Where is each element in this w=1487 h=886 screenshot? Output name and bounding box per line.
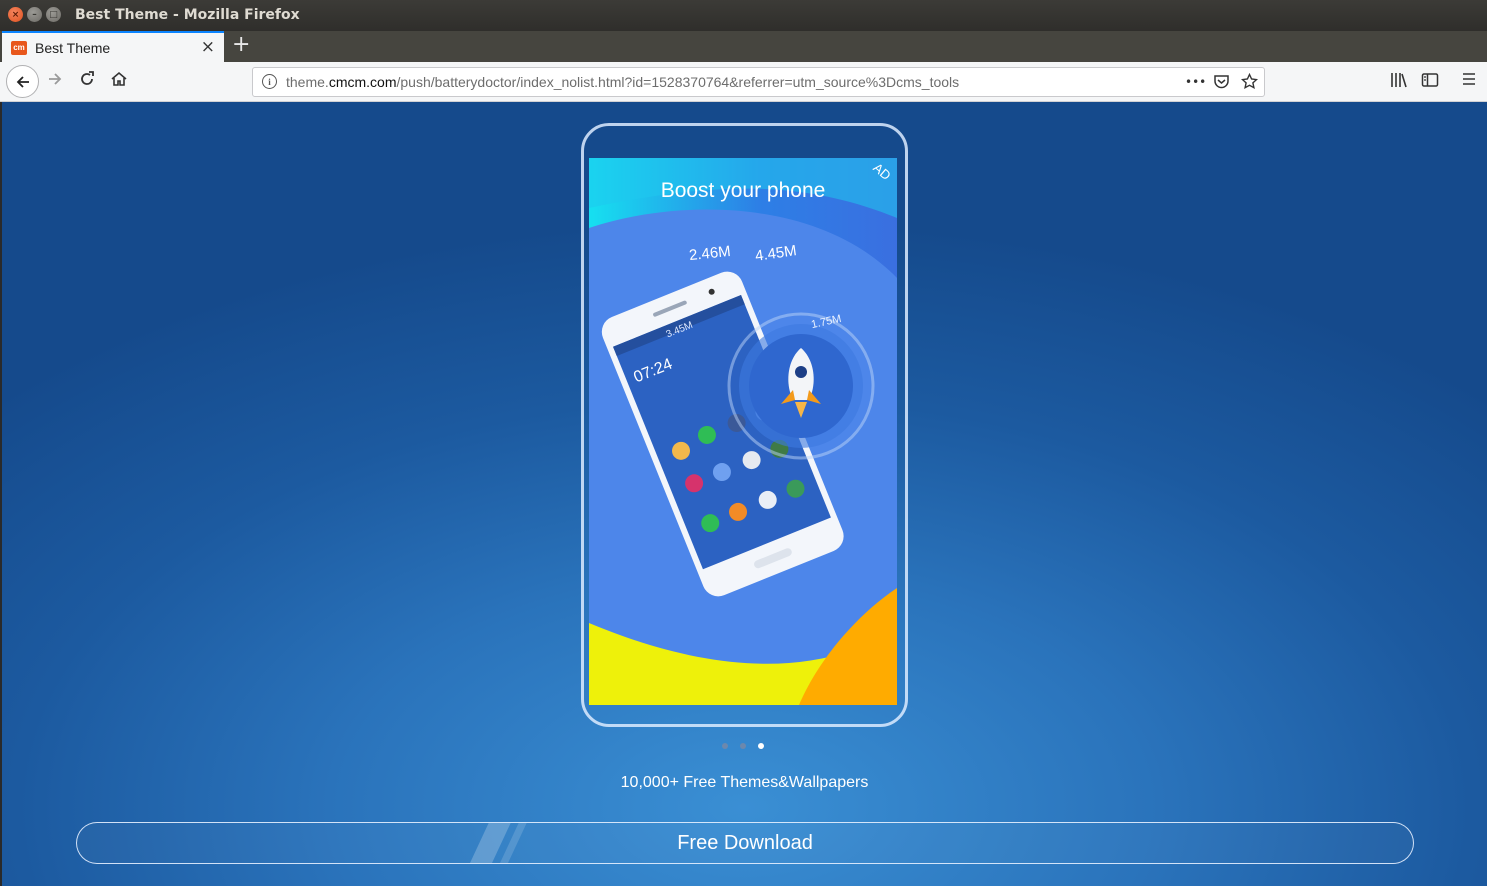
carousel-dot-active[interactable]	[758, 743, 764, 749]
url-path: /push/batterydoctor/index_nolist.html?id…	[396, 74, 960, 90]
tab-label: Best Theme	[35, 39, 111, 56]
back-arrow-icon[interactable]	[6, 65, 39, 98]
tab-favicon-icon: cm	[11, 40, 27, 55]
carousel-dot[interactable]	[740, 743, 746, 749]
reload-icon[interactable]	[78, 70, 96, 93]
url-domain: cmcm.com	[328, 74, 397, 90]
bookmark-star-icon[interactable]	[1240, 72, 1259, 94]
url-text[interactable]: theme.cmcm.com/push/batterydoctor/index_…	[286, 74, 959, 90]
tab-close-icon[interactable]: ×	[201, 37, 215, 57]
info-icon[interactable]: i	[262, 74, 277, 89]
url-prefix: theme.	[286, 74, 329, 90]
ad-headline: Boost your phone	[660, 179, 826, 202]
forward-arrow-icon[interactable]	[46, 70, 64, 93]
tab-strip: cm Best Theme × +	[0, 31, 1487, 62]
window-titlebar: × – □ Best Theme - Mozilla Firefox	[0, 0, 1487, 31]
window-maximize-button[interactable]: □	[46, 7, 61, 22]
free-download-label: Free Download	[677, 832, 813, 854]
free-download-button[interactable]: Free Download	[76, 822, 1414, 864]
sidebar-icon[interactable]	[1421, 72, 1439, 92]
carousel-dot[interactable]	[722, 743, 728, 749]
library-icon[interactable]	[1390, 72, 1408, 92]
tab-best-theme[interactable]: cm Best Theme ×	[2, 31, 224, 62]
page-actions-icon[interactable]: •••	[1185, 75, 1206, 89]
navigation-toolbar: i theme.cmcm.com/push/batterydoctor/inde…	[0, 62, 1487, 102]
carousel-indicator	[722, 743, 764, 749]
ad-illustration: 07:24 3.45M	[589, 158, 897, 705]
ad-image[interactable]: 07:24 3.45M AD Boost your phone 2.46M 4.…	[589, 158, 897, 705]
home-icon[interactable]	[110, 70, 128, 93]
window-minimize-button[interactable]: –	[27, 7, 42, 22]
window-controls: × – □	[8, 7, 61, 22]
tagline: 10,000+ Free Themes&Wallpapers	[620, 774, 869, 791]
window-close-button[interactable]: ×	[8, 7, 23, 22]
pocket-icon[interactable]	[1213, 73, 1230, 94]
url-bar[interactable]: i theme.cmcm.com/push/batterydoctor/inde…	[252, 67, 1265, 97]
page-content: 07:24 3.45M AD Boost your phone 2.46M 4.…	[2, 102, 1487, 886]
new-tab-button[interactable]: +	[232, 32, 250, 57]
menu-icon[interactable]	[1461, 72, 1477, 90]
window-title: Best Theme - Mozilla Firefox	[75, 7, 300, 23]
